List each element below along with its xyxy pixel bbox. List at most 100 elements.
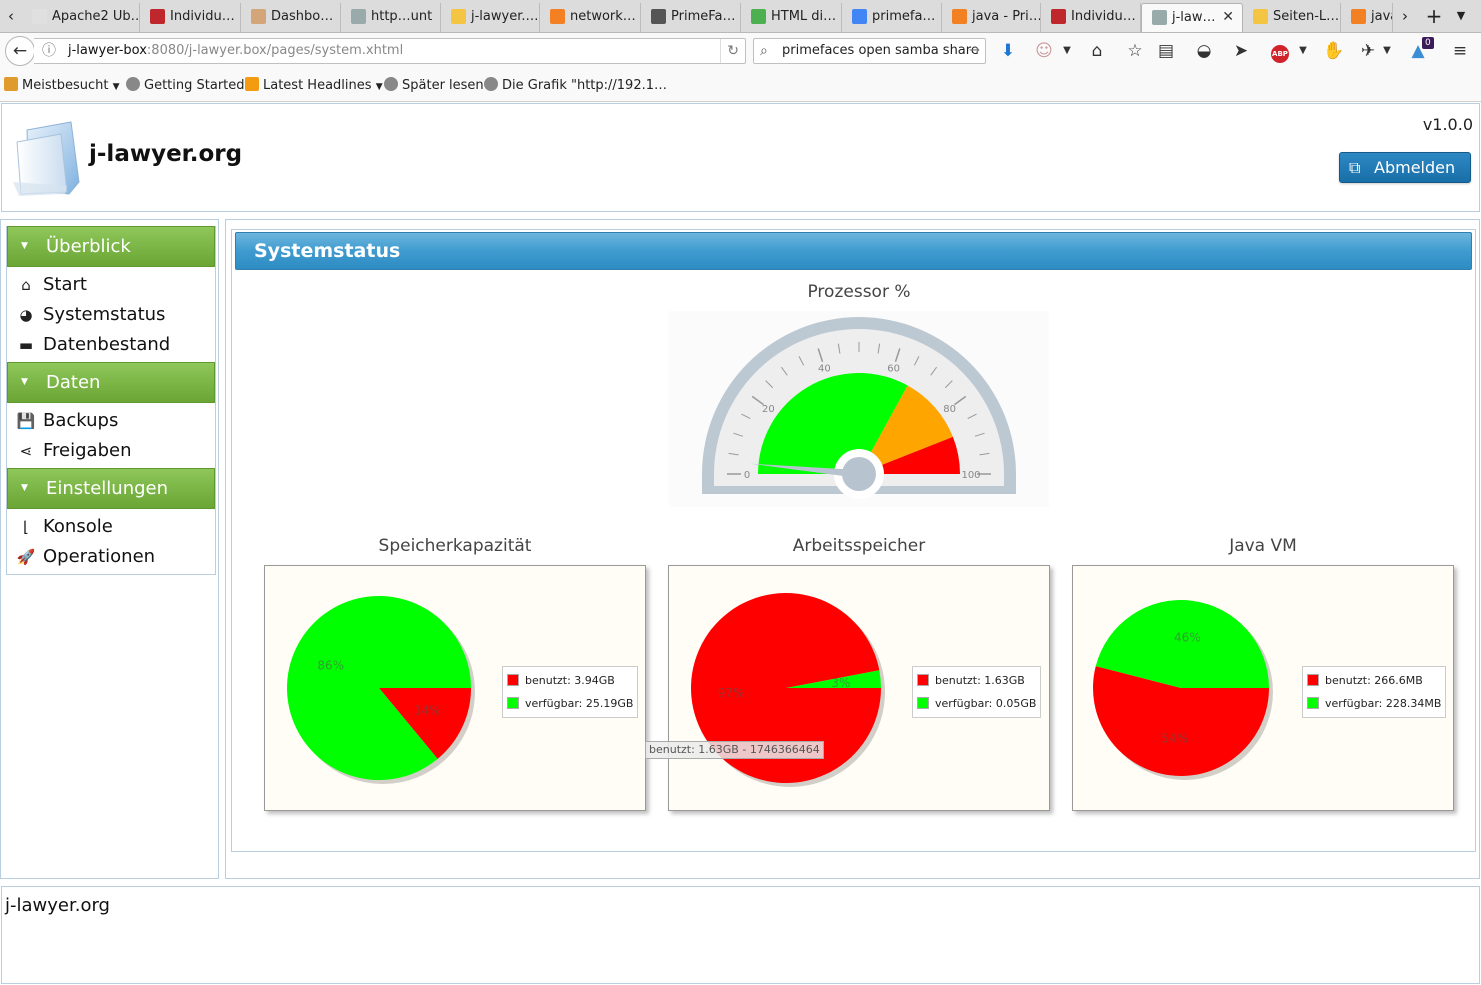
search-input[interactable]: ⌕ primefaces open samba share → [753, 38, 986, 64]
arrow-right-icon[interactable]: → [969, 39, 980, 63]
browser-tab[interactable]: HTML di… [741, 3, 842, 32]
panel-title: Systemstatus [235, 232, 1472, 270]
bookmark-graphic[interactable]: Die Grafik "http://192.1… [484, 77, 667, 93]
pie-slice-label: 97% [718, 686, 745, 700]
terminal-icon: ⌊ [23, 518, 29, 536]
close-tab-icon[interactable]: ✕ [1222, 4, 1234, 31]
back-button[interactable]: ← [5, 36, 35, 66]
sidebar-section-header[interactable]: ▼ Einstellungen [7, 468, 215, 509]
browser-navigation-bar: ← ⓘ j-lawyer-box:8080/j-lawyer.box/pages… [0, 33, 1481, 69]
tab-title: network… [570, 9, 636, 24]
page-icon [1152, 10, 1167, 25]
legend-entry: benutzt: 1.63GB [917, 669, 1036, 692]
sidebar-item[interactable]: 💾 Backups [7, 406, 215, 436]
sidebar-section-header[interactable]: ▼ Daten [7, 362, 215, 403]
tab-title: Individu… [1071, 9, 1136, 24]
pocket-icon[interactable]: ◒ [1190, 37, 1218, 65]
legend-label: benutzt: 266.6MB [1325, 674, 1423, 687]
browser-tab[interactable]: http…unt [341, 3, 441, 32]
home-icon: ⌂ [21, 276, 31, 294]
logo-icon [13, 121, 80, 196]
url-host: j-lawyer-box [68, 43, 147, 58]
download-icon[interactable]: ⬇ [994, 37, 1022, 65]
sidebar-item-label: Systemstatus [43, 304, 166, 325]
tab-title: HTML di… [771, 9, 837, 24]
chevron-down-icon: ▼ [375, 82, 383, 92]
logout-button[interactable]: ⧉ Abmelden [1339, 152, 1471, 183]
browser-tab[interactable]: j-law… ✕ [1141, 3, 1243, 32]
browser-tab[interactable]: java - Pri… [942, 3, 1041, 32]
chevron-down-icon[interactable]: ▼ [1289, 37, 1317, 65]
app-header: j-lawyer.org v1.0.0 ⧉ Abmelden [1, 103, 1480, 212]
bookmark-read-later[interactable]: Später lesen [384, 77, 484, 93]
bug-icon [150, 9, 165, 24]
search-value: primefaces open samba share [782, 43, 979, 58]
browser-tab[interactable]: PrimeFa… [641, 3, 741, 32]
browser-tab[interactable]: primefa… [842, 3, 942, 32]
chart-legend: benutzt: 3.94GB verfügbar: 25.19GB [502, 666, 639, 718]
sidebar-item[interactable]: 🚀 Operationen [7, 542, 215, 572]
browser-tab[interactable]: Individu… [1041, 3, 1141, 32]
bookmark-getting-started[interactable]: Getting Started [126, 77, 245, 93]
gauge-hub [842, 457, 876, 491]
chart-tooltip: benutzt: 1.63GB - 1746366464 [645, 741, 824, 759]
sidebar-section-header[interactable]: ▼ Überblick [7, 226, 215, 267]
gauge-tick-label: 80 [943, 404, 956, 415]
tab-title: Seiten-L… [1273, 9, 1340, 24]
new-tab-button[interactable]: + [1423, 0, 1445, 32]
folder-icon [4, 77, 18, 91]
app-title: j-lawyer.org [89, 141, 243, 167]
tab-scroll-right-button[interactable]: › [1394, 0, 1416, 32]
caret-down-icon: ▼ [21, 377, 28, 387]
arrow-left-icon: ← [12, 41, 28, 61]
page-icon [351, 9, 366, 24]
reading-list-icon[interactable]: ▤ [1152, 37, 1180, 65]
jenkins-icon [251, 9, 266, 24]
send-icon[interactable]: ➤ [1227, 37, 1255, 65]
browser-tab[interactable]: Seiten-L… [1243, 3, 1341, 32]
bookmark-most-visited[interactable]: Meistbesucht ▼ [4, 77, 120, 93]
pie-slice-label: 14% [414, 704, 441, 718]
sidebar-item[interactable]: ⋖ Freigaben [7, 436, 215, 466]
notification-icon[interactable]: ▲ 0 [1404, 37, 1434, 65]
gauge-tick-label: 60 [887, 363, 900, 374]
browser-tab[interactable]: Apache2 Ub… [22, 3, 140, 32]
bookmark-star-icon[interactable]: ☆ [1121, 37, 1149, 65]
sidebar-item[interactable]: ⌂ Start [7, 270, 215, 300]
sidebar-item[interactable]: ▬ Datenbestand [7, 330, 215, 360]
pie-chart-icon: ◕ [19, 306, 33, 324]
shield-icon [651, 9, 666, 24]
sidebar-item[interactable]: ⌊ Konsole [7, 512, 215, 542]
chart-legend: benutzt: 266.6MB verfügbar: 228.34MB [1302, 666, 1447, 718]
browser-tab[interactable]: Individu… [140, 3, 241, 32]
legend-label: benutzt: 3.94GB [525, 674, 615, 687]
w3-icon [751, 9, 766, 24]
sidebar-menu: ▼ Überblick ⌂ Start ◕ Systemstatus ▬ Datenbesta… [6, 226, 216, 575]
tab-list-button[interactable]: ▼ [1450, 0, 1472, 32]
chart-legend: benutzt: 1.63GB verfügbar: 0.05GB [912, 666, 1042, 718]
info-icon[interactable]: ⓘ [42, 39, 56, 63]
menu-icon[interactable]: ≡ [1446, 37, 1474, 65]
browser-tab[interactable]: java [1341, 3, 1393, 32]
home-icon[interactable]: ⌂ [1083, 37, 1111, 65]
chevron-down-icon[interactable]: ▼ [1053, 37, 1081, 65]
bookmarks-toolbar: Meistbesucht ▼ Getting Started Latest He… [0, 69, 1481, 102]
reload-icon[interactable]: ↻ [720, 39, 739, 63]
chart-title: Java VM [1229, 536, 1297, 556]
bookmark-latest-headlines[interactable]: Latest Headlines ▼ [245, 77, 383, 93]
browser-tab[interactable]: j-lawyer.… [441, 3, 540, 32]
pie-slice-label: 46% [1174, 630, 1201, 644]
sidebar-item[interactable]: ◕ Systemstatus [7, 300, 215, 330]
sidebar-item-label: Datenbestand [43, 334, 171, 355]
tab-scroll-left-button[interactable]: ‹ [0, 0, 22, 32]
notification-badge: 0 [1422, 37, 1434, 49]
address-bar[interactable]: ⓘ j-lawyer-box:8080/j-lawyer.box/pages/s… [34, 38, 746, 64]
sidebar-section-title: Überblick [46, 236, 131, 257]
browser-tab[interactable]: Dashbo… [241, 3, 341, 32]
share-icon: ⋖ [19, 442, 33, 460]
chevron-down-icon[interactable]: ▼ [1373, 37, 1401, 65]
browser-tab[interactable]: network… [540, 3, 641, 32]
legend-entry: verfügbar: 0.05GB [917, 692, 1036, 715]
extension-icon[interactable]: ✋ [1320, 37, 1348, 65]
browser-tab-bar: ‹ Apache2 Ub… Individu… Dashbo… http…unt j-l… [0, 0, 1481, 33]
